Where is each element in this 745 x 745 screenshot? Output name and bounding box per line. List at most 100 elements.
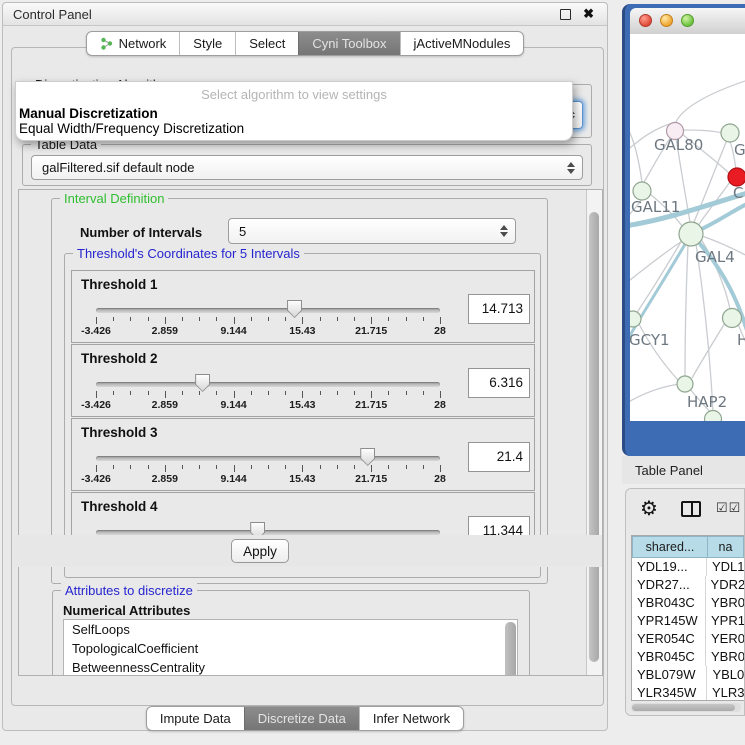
tab-select[interactable]: Select <box>235 32 298 55</box>
slider-tick-label: 9.144 <box>220 473 246 485</box>
combo-spinner-icon <box>500 225 508 237</box>
close-traffic-light-icon[interactable] <box>639 14 652 27</box>
network-node[interactable] <box>630 311 641 327</box>
table-cell[interactable]: YLR3 <box>707 684 744 701</box>
dropdown-placeholder: Select algorithm to view settings <box>16 87 572 102</box>
slider-thumb[interactable] <box>360 448 375 466</box>
table-cell[interactable]: YBR045C <box>632 648 706 666</box>
threshold-value-field[interactable]: 21.4 <box>468 442 530 472</box>
table-cell[interactable]: YLR345W <box>632 684 707 701</box>
network-node[interactable] <box>705 411 722 422</box>
slider-tick <box>165 465 166 472</box>
slider-tick-label: 9.144 <box>220 399 246 411</box>
table-cell[interactable]: YBR043C <box>632 594 706 612</box>
slider-tick-label: 2.859 <box>152 399 178 411</box>
bottom-tabstrip: Impute DataDiscretize DataInfer Network <box>3 706 607 731</box>
attribute-list-item[interactable]: BetweennessCentrality <box>64 658 517 676</box>
tab-cyni-toolbox[interactable]: Cyni Toolbox <box>298 32 399 55</box>
network-node-label: C <box>733 184 743 202</box>
slider-tick-label: 28 <box>434 399 446 411</box>
bottom-tab-discretize-data[interactable]: Discretize Data <box>244 707 359 730</box>
threshold-value-field[interactable]: 14.713 <box>468 294 530 324</box>
dropdown-option[interactable]: Equal Width/Frequency Discretization <box>19 121 244 136</box>
threshold-coords-title: Threshold's Coordinates for 5 Intervals <box>73 246 304 261</box>
minimize-traffic-light-icon[interactable] <box>660 14 673 27</box>
list-scrollbar-thumb[interactable] <box>505 622 516 676</box>
table-row[interactable]: YER054CYER0 <box>632 630 744 648</box>
node-table[interactable]: shared... na YDL19...YDL1YDR27...YDR2YBR… <box>631 535 744 701</box>
network-node-label: GAL11 <box>631 198 680 216</box>
table-row[interactable]: YLR345WYLR3 <box>632 684 744 701</box>
slider-tick-label: 15.43 <box>289 473 315 485</box>
num-intervals-label: Number of Intervals <box>80 225 202 240</box>
table-row[interactable]: YBR043CYBR0 <box>632 594 744 612</box>
panel-scrollbar-track[interactable] <box>586 190 602 675</box>
table-cell[interactable]: YBL079W <box>632 666 707 684</box>
table-cell[interactable]: YER054C <box>632 630 706 648</box>
slider-thumb[interactable] <box>195 374 210 392</box>
slider-tick <box>354 465 355 469</box>
table-hscrollbar-track[interactable] <box>631 703 741 712</box>
slider-track[interactable] <box>96 382 440 387</box>
tab-jactivemnodules[interactable]: jActiveMNodules <box>400 32 524 55</box>
network-node[interactable] <box>679 222 703 246</box>
table-cell[interactable]: YDR27... <box>632 576 706 594</box>
tab-network[interactable]: Network <box>87 32 180 55</box>
slider-tick <box>268 317 269 321</box>
slider-track[interactable] <box>96 308 440 313</box>
table-columns-icon[interactable] <box>681 501 701 517</box>
attribute-list-item[interactable]: TopologicalCoefficient <box>64 639 517 658</box>
bottom-tab-impute-data[interactable]: Impute Data <box>147 707 244 730</box>
column-header-shared-name[interactable]: shared... <box>632 536 708 558</box>
table-row[interactable]: YBR045CYBR0 <box>632 648 744 666</box>
close-icon[interactable]: ✖ <box>583 6 594 22</box>
network-node[interactable] <box>723 309 742 328</box>
table-data-combobox[interactable]: galFiltered.sif default node <box>31 155 583 180</box>
bottom-tab-infer-network[interactable]: Infer Network <box>359 707 463 730</box>
table-cell[interactable]: YBL0 <box>707 666 744 684</box>
attribute-list-item[interactable]: SelfLoops <box>64 620 517 639</box>
table-hscrollbar-thumb[interactable] <box>632 704 735 711</box>
table-cell[interactable]: YER0 <box>706 630 744 648</box>
dropdown-option[interactable]: Manual Discretization <box>19 106 158 121</box>
checkbox-pair-icon[interactable]: ☑☑ <box>716 500 741 516</box>
table-cell[interactable]: YPR1 <box>706 612 744 630</box>
tab-style[interactable]: Style <box>179 32 235 55</box>
slider-thumb[interactable] <box>287 300 302 318</box>
network-node[interactable] <box>677 376 693 392</box>
table-cell[interactable]: YBR0 <box>706 594 744 612</box>
threshold-panel: Threshold 1-3.4262.8599.14415.4321.71528… <box>71 270 535 343</box>
slider-tick <box>130 465 131 469</box>
num-intervals-combobox[interactable]: 5 <box>228 218 516 244</box>
float-icon[interactable] <box>560 9 571 20</box>
slider-tick <box>337 317 338 321</box>
threshold-panel: Threshold 3-3.4262.8599.14415.4321.71528… <box>71 418 535 491</box>
slider-tick <box>406 391 407 395</box>
table-row[interactable]: YDL19...YDL1 <box>632 558 744 576</box>
numerical-attributes-label: Numerical Attributes <box>63 603 190 618</box>
numerical-attributes-list[interactable]: SelfLoopsTopologicalCoefficientBetweenne… <box>63 619 518 676</box>
table-cell[interactable]: YPR145W <box>632 612 706 630</box>
apply-row: Apply <box>13 535 602 567</box>
table-row[interactable]: YPR145WYPR1 <box>632 612 744 630</box>
table-cell[interactable]: YDR2 <box>706 576 744 594</box>
slider-tick-label: 9.144 <box>220 325 246 337</box>
slider-tick <box>113 465 114 469</box>
network-node-label: HAP2 <box>687 393 727 411</box>
table-cell[interactable]: YBR0 <box>706 648 744 666</box>
table-cell[interactable]: YDL19... <box>632 558 707 576</box>
network-canvas[interactable]: GAL80GACGAL11GAL4GCY1HHAP2 <box>630 34 745 421</box>
table-cell[interactable]: YDL1 <box>707 558 744 576</box>
slider-tick <box>182 465 183 469</box>
zoom-traffic-light-icon[interactable] <box>681 14 694 27</box>
table-row[interactable]: YBL079WYBL0 <box>632 666 744 684</box>
slider-tick <box>320 317 321 321</box>
column-header-name[interactable]: na <box>708 536 744 558</box>
panel-scrollbar-thumb[interactable] <box>589 212 599 662</box>
table-row[interactable]: YDR27...YDR2 <box>632 576 744 594</box>
apply-button[interactable]: Apply <box>231 539 289 563</box>
threshold-value-field[interactable]: 6.316 <box>468 368 530 398</box>
gear-icon[interactable]: ⚙ <box>640 496 658 521</box>
slider-track[interactable] <box>96 456 440 461</box>
network-node[interactable] <box>721 124 739 142</box>
